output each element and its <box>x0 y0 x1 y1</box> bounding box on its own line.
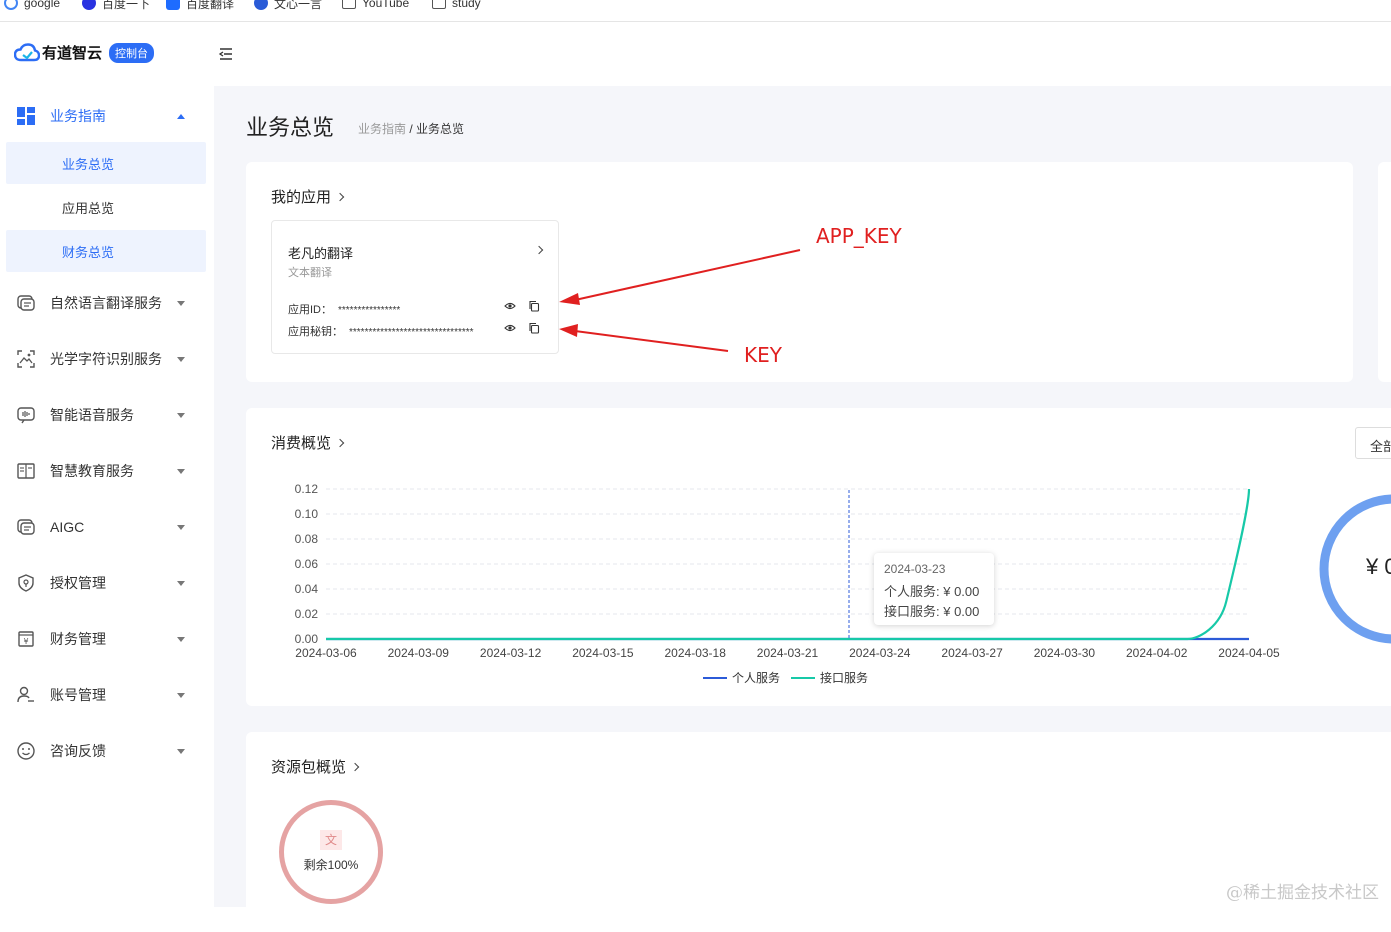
submenu-app-overview[interactable]: 应用总览 <box>6 186 206 228</box>
auth-icon <box>18 574 34 592</box>
resource-ring <box>279 800 383 904</box>
menu-ocr[interactable]: 光学字符识别服务 <box>0 337 214 381</box>
chevron-right-icon <box>335 438 345 448</box>
app-secret-value: ******************************** <box>349 327 474 338</box>
caret-down-icon <box>177 412 185 418</box>
caret-down-icon <box>177 468 185 474</box>
menu-collapse-icon[interactable] <box>218 46 234 62</box>
menu-finance[interactable]: ¥ 财务管理 <box>0 617 214 661</box>
menu-business-guide[interactable]: 业务指南 <box>0 94 214 138</box>
menu-feedback[interactable]: 咨询反馈 <box>0 729 214 773</box>
bookmark-google[interactable]: google <box>4 0 60 12</box>
console-badge: 控制台 <box>109 42 155 63</box>
consumption-title[interactable]: 消费概览 <box>271 432 345 453</box>
caret-up-icon <box>177 113 185 119</box>
aigc-icon <box>17 519 35 535</box>
brand-name: 有道智云 <box>42 45 103 62</box>
breadcrumb: 业务指南 / 业务总览 <box>358 122 465 136</box>
menu-auth[interactable]: 授权管理 <box>0 561 214 605</box>
chevron-right-icon[interactable] <box>534 245 544 255</box>
my-apps-title[interactable]: 我的应用 <box>271 186 345 207</box>
consumption-card: 消费概览 <box>246 408 1391 706</box>
folder-icon <box>342 0 356 9</box>
svg-text:¥: ¥ <box>23 637 28 646</box>
caret-down-icon <box>177 692 185 698</box>
chart-tooltip: 2024-03-23 个人服务: ¥ 0.00 接口服务: ¥ 0.00 <box>874 553 994 625</box>
folder-icon <box>432 0 446 9</box>
watermark: @稀土掘金技术社区 <box>1226 883 1379 903</box>
app-type: 文本翻译 <box>288 267 332 279</box>
eye-icon[interactable] <box>504 300 516 312</box>
chevron-right-icon <box>350 762 360 772</box>
tooltip-date: 2024-03-23 <box>884 562 946 576</box>
feedback-icon <box>17 742 35 760</box>
brand-logo[interactable]: 有道智云 控制台 <box>14 42 155 63</box>
resources-title[interactable]: 资源包概览 <box>271 756 360 777</box>
caret-down-icon <box>177 748 185 754</box>
side-card-edge <box>1378 162 1391 382</box>
caret-down-icon <box>177 580 185 586</box>
baidu-translate-icon <box>166 0 180 10</box>
menu-translation[interactable]: 自然语言翻译服务 <box>0 281 214 325</box>
account-icon <box>17 686 34 703</box>
bookmark-baidu[interactable]: 百度一下 <box>82 0 150 12</box>
chevron-right-icon <box>335 192 345 202</box>
caret-down-icon <box>177 636 185 642</box>
app-header: 有道智云 控制台 <box>0 22 1391 86</box>
menu-voice[interactable]: 智能语音服务 <box>0 393 214 437</box>
page-title: 业务总览 <box>246 115 335 140</box>
annotation-key: KEY <box>744 343 782 367</box>
ocr-icon <box>17 350 35 368</box>
bookmark-baidu-translate[interactable]: 百度翻译 <box>166 0 234 12</box>
resource-remain: 剩余100% <box>303 858 359 872</box>
resources-card: 资源包概览 文 剩余100% <box>246 732 1391 932</box>
translate-icon <box>17 295 35 311</box>
ring-value: ¥ 0 <box>1366 554 1391 579</box>
app-card[interactable]: 老凡的翻译 文本翻译 应用ID： **************** 应用秘钥： **… <box>271 220 559 354</box>
finance-icon: ¥ <box>18 631 34 647</box>
main-content: 业务总览 业务指南 / 业务总览 我的应用 老凡的翻译 文本翻译 应用ID： **… <box>214 86 1391 932</box>
submenu-finance-overview[interactable]: 财务总览 <box>6 230 206 272</box>
menu-account[interactable]: 账号管理 <box>0 673 214 717</box>
range-select-button[interactable]: 全部 <box>1355 427 1391 459</box>
resource-badge: 文 <box>320 830 342 850</box>
eye-icon[interactable] <box>504 322 516 334</box>
bookmark-study[interactable]: study <box>432 0 481 12</box>
caret-down-icon <box>177 300 185 306</box>
app-name: 老凡的翻译 <box>288 246 354 261</box>
submenu-business-overview[interactable]: 业务总览 <box>6 142 206 184</box>
copy-icon[interactable] <box>528 300 540 312</box>
tooltip-personal: 个人服务: ¥ 0.00 <box>884 584 980 599</box>
caret-down-icon <box>177 524 185 530</box>
annotation-app-key: APP_KEY <box>816 224 902 248</box>
bookmarks-bar: google 百度一下 百度翻译 文心一言 YouTube study <box>0 0 1391 22</box>
cloud-logo-icon <box>14 42 40 61</box>
tooltip-api: 接口服务: ¥ 0.00 <box>884 604 980 619</box>
breadcrumb-current: 业务总览 <box>416 122 465 136</box>
caret-down-icon <box>177 356 185 362</box>
app-secret-row: 应用秘钥： ******************************** <box>288 326 474 338</box>
menu-aigc[interactable]: AIGC <box>0 505 214 549</box>
bookmark-youtube[interactable]: YouTube <box>342 0 409 12</box>
my-apps-card: 我的应用 老凡的翻译 文本翻译 应用ID： **************** 应用… <box>246 162 1353 382</box>
dashboard-icon <box>17 107 35 125</box>
sidebar: 业务指南 业务总览 应用总览 财务总览 自然语言翻译服务 光学字符识别服务 智能… <box>0 86 214 907</box>
menu-education[interactable]: 智慧教育服务 <box>0 449 214 493</box>
breadcrumb-parent[interactable]: 业务指南 <box>358 122 406 136</box>
wenxin-icon <box>254 0 268 10</box>
app-id-value: **************** <box>338 305 401 316</box>
copy-icon[interactable] <box>528 322 540 334</box>
google-icon <box>4 0 18 10</box>
app-id-row: 应用ID： **************** <box>288 304 401 316</box>
baidu-icon <box>82 0 96 10</box>
education-icon <box>17 463 35 479</box>
voice-icon <box>17 407 35 424</box>
bookmark-wenxin[interactable]: 文心一言 <box>254 0 322 12</box>
